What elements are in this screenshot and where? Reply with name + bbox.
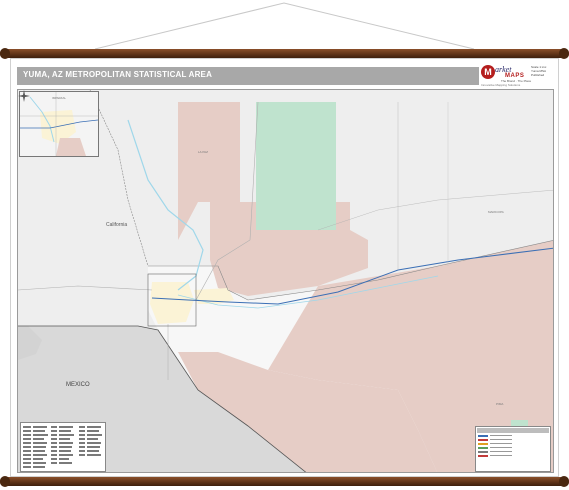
- legend-row: [478, 446, 548, 449]
- county-label-maricopa: MARICOPA: [488, 210, 504, 214]
- legend-header: [477, 428, 549, 433]
- county-label-pima: PIMA: [496, 402, 504, 406]
- city-index-table: [20, 422, 106, 472]
- compass-rose-icon: [18, 90, 30, 102]
- legend-row: [478, 442, 548, 445]
- inset-county-label: IMPERIAL: [52, 96, 67, 100]
- brand-info-box: Scale 1:xxx Yuma MSA Published: [531, 65, 555, 81]
- inset-canvas: [20, 92, 98, 156]
- county-label-la-paz: LA PAZ: [198, 150, 208, 154]
- legend-swatch: [478, 438, 488, 441]
- top-rod-cap-left: [0, 48, 10, 59]
- brand-logo-icon: M: [481, 65, 495, 79]
- state-label-california: California: [106, 222, 128, 228]
- brand-info-line: Published: [531, 73, 545, 77]
- brand-tagline-2: Innovative Mapping Solutions: [481, 83, 521, 87]
- legend-swatch: [478, 434, 488, 437]
- top-rod-cap-right: [559, 48, 569, 59]
- legend-row: [478, 434, 548, 437]
- title-bar: YUMA, AZ METROPOLITAN STATISTICAL AREA: [17, 67, 479, 85]
- urban-yuma: [150, 282, 194, 324]
- brand-logo: M arket MAPS The Brand · The Place Innov…: [481, 65, 555, 87]
- legend-row: [478, 450, 548, 453]
- legend-row: [478, 454, 548, 457]
- legend-row: [478, 438, 548, 441]
- map-legend: [475, 426, 551, 472]
- wildlife-refuge: [256, 102, 336, 230]
- bottom-rod-cap-left: [0, 476, 10, 487]
- index-column: [23, 425, 48, 469]
- map-frame: IMPERIAL California MEXICO LA PAZ MARICO…: [17, 89, 554, 473]
- bottom-rod-cap-right: [559, 476, 569, 487]
- legend-swatch: [478, 454, 488, 457]
- index-column: [51, 425, 74, 465]
- legend-swatch: [478, 450, 488, 453]
- inset-map: IMPERIAL: [19, 91, 99, 157]
- legend-swatch: [478, 442, 488, 445]
- index-column: [79, 425, 102, 457]
- hanger-string: [94, 2, 475, 50]
- bottom-hanging-rod: [0, 477, 569, 486]
- wall-map-poster: YUMA, AZ METROPOLITAN STATISTICAL AREA M…: [10, 58, 559, 477]
- map-title: YUMA, AZ METROPOLITAN STATISTICAL AREA: [23, 70, 213, 79]
- legend-swatch: [478, 446, 488, 449]
- country-label-mexico: MEXICO: [66, 382, 90, 388]
- top-hanging-rod: [0, 49, 569, 58]
